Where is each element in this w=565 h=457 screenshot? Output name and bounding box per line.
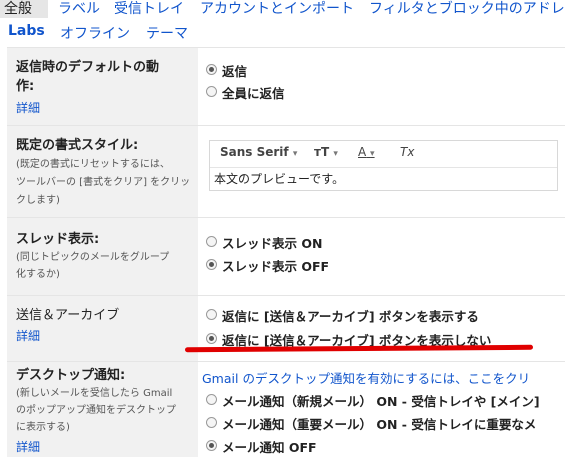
radio-label: メール通知（新規メール） ON - 受信トレイや [メイン]	[222, 394, 540, 409]
setting-row-reply-default: 返信時のデフォルトの動 作: 詳細 返信 全員に返信	[7, 47, 565, 126]
setting-value-cell: スレッド表示 ON スレッド表示 OFF	[198, 218, 565, 296]
radio-label: 全員に返信	[222, 86, 285, 101]
setting-title: スレッド表示:	[16, 232, 100, 247]
setting-title: 返信時のデフォルトの動	[16, 60, 160, 75]
setting-value-cell: Sans Serif ▾ тT ▾ A ▾ Tx 本文のプレビューです。	[198, 126, 565, 218]
font-size-icon[interactable]: тT ▾	[314, 145, 338, 159]
tab-filters-blocked[interactable]: フィルタとブロック中のアドレ	[369, 0, 565, 18]
tab-offline[interactable]: オフライン	[60, 23, 130, 43]
setting-title: 送信＆アーカイブ	[16, 308, 120, 323]
setting-value-cell: Gmail のデスクトップ通知を有効にするには、ここをクリ メール通知（新規メー…	[198, 362, 565, 457]
setting-label-cell: デスクトップ通知: (新しいメールを受信したら Gmail のポップアップ通知を…	[7, 362, 198, 457]
editor-preview-text[interactable]: 本文のプレビューです。	[214, 170, 344, 187]
setting-description: ツールバーの [書式をクリア] をクリッ	[16, 177, 191, 188]
setting-title: 既定の書式スタイル:	[16, 138, 139, 153]
setting-description: に表示する)	[16, 422, 70, 433]
setting-description: (新しいメールを受信したら Gmail	[16, 388, 173, 399]
setting-label-cell: スレッド表示: (同じトピックのメールをグループ 化するか)	[7, 218, 198, 296]
setting-description: 化するか)	[16, 269, 60, 280]
radio-button-checked[interactable]	[206, 64, 217, 75]
learn-more-link[interactable]: 詳細	[16, 99, 40, 116]
radio-label: メール通知 OFF	[222, 440, 317, 455]
radio-label: スレッド表示 OFF	[222, 259, 330, 274]
radio-label: 返信に [送信＆アーカイブ] ボタンを表示する	[222, 309, 479, 324]
setting-label-cell: 送信＆アーカイブ 詳細	[7, 296, 198, 362]
radio-button[interactable]	[206, 86, 217, 97]
text-style-editor[interactable]: Sans Serif ▾ тT ▾ A ▾ Tx 本文のプレビューです。	[209, 140, 558, 191]
font-family-select[interactable]: Sans Serif ▾	[220, 145, 297, 159]
enable-notifications-link[interactable]: Gmail のデスクトップ通知を有効にするには、ここをクリ	[202, 368, 530, 387]
learn-more-link[interactable]: 詳細	[16, 327, 40, 344]
radio-button[interactable]	[206, 417, 217, 428]
radio-label: スレッド表示 ON	[222, 236, 323, 251]
radio-button[interactable]	[206, 236, 217, 247]
setting-description: クします)	[16, 195, 60, 206]
tab-general[interactable]: 全般	[4, 0, 32, 18]
setting-row-send-archive: 送信＆アーカイブ 詳細 返信に [送信＆アーカイブ] ボタンを表示する 返信に …	[7, 295, 565, 362]
radio-button[interactable]	[206, 394, 217, 405]
radio-button[interactable]	[206, 309, 217, 320]
text-color-icon[interactable]: A ▾	[358, 145, 375, 159]
setting-title: デスクトップ通知:	[16, 368, 126, 383]
radio-button-checked[interactable]	[206, 440, 217, 451]
setting-description: のポップアップ通知をデスクトップ	[16, 405, 176, 416]
remove-formatting-icon[interactable]: Tx	[400, 145, 414, 159]
learn-more-link[interactable]: 詳細	[16, 438, 40, 455]
tab-labels[interactable]: ラベル	[58, 0, 100, 18]
tab-labs[interactable]: Labs	[8, 23, 45, 39]
setting-title: 作:	[16, 79, 35, 94]
setting-row-thread-view: スレッド表示: (同じトピックのメールをグループ 化するか) スレッド表示 ON…	[7, 217, 565, 296]
setting-label-cell: 既定の書式スタイル: (既定の書式にリセットするには、 ツールバーの [書式をク…	[7, 126, 198, 218]
setting-description: (既定の書式にリセットするには、	[16, 159, 170, 170]
settings-tabs: 全般 ラベル 受信トレイ アカウントとインポート フィルタとブロック中のアドレ …	[0, 0, 565, 44]
tab-inbox[interactable]: 受信トレイ	[114, 0, 184, 18]
setting-label-cell: 返信時のデフォルトの動 作: 詳細	[7, 48, 198, 126]
setting-value-cell: 返信に [送信＆アーカイブ] ボタンを表示する 返信に [送信＆アーカイブ] ボ…	[198, 296, 565, 362]
setting-value-cell: 返信 全員に返信	[198, 48, 565, 126]
tab-themes[interactable]: テーマ	[146, 23, 188, 43]
editor-toolbar: Sans Serif ▾ тT ▾ A ▾ Tx	[210, 141, 557, 168]
radio-button-checked[interactable]	[206, 333, 217, 344]
radio-button-checked[interactable]	[206, 259, 217, 270]
setting-row-desktop-notifications: デスクトップ通知: (新しいメールを受信したら Gmail のポップアップ通知を…	[7, 361, 565, 457]
setting-row-text-style: 既定の書式スタイル: (既定の書式にリセットするには、 ツールバーの [書式をク…	[7, 125, 565, 218]
tab-accounts-import[interactable]: アカウントとインポート	[200, 0, 354, 18]
radio-label: メール通知（重要メール） ON - 受信トレイに重要なメ	[222, 417, 537, 432]
setting-description: (同じトピックのメールをグループ	[16, 252, 170, 263]
radio-label: 返信	[222, 64, 248, 79]
